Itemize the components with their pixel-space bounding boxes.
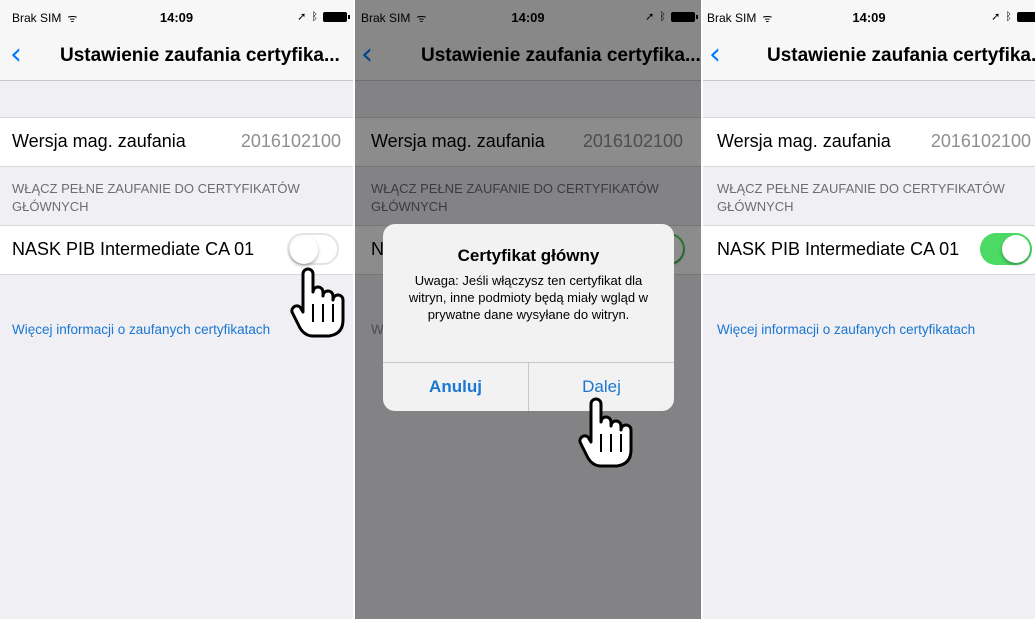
- screen-toggle-on: Brak SIM ᯤ 14:09 ➚ ᛒ ‹ Ustawienie zaufania…: [703, 0, 1035, 619]
- navigation-bar: ‹ Ustawienie zaufania certyfika...: [0, 34, 353, 81]
- navigation-bar: ‹ Ustawienie zaufania certyfika...: [703, 34, 1035, 81]
- location-arrow-icon: ➚: [991, 11, 1001, 23]
- trust-store-value: 2016102100: [240, 131, 341, 151]
- certificate-name: NASK PIB Intermediate CA 01: [717, 239, 960, 259]
- bluetooth-icon: ᛒ: [1005, 10, 1012, 23]
- certificate-trust-toggle[interactable]: [287, 233, 339, 265]
- more-info-link[interactable]: Więcej informacji o zaufanych certyfikat…: [12, 322, 270, 337]
- hand-pointer-cursor-icon: [578, 397, 633, 468]
- battery-icon: [323, 11, 350, 22]
- location-arrow-icon: ➚: [297, 11, 307, 23]
- toggle-knob: [290, 236, 318, 264]
- trust-store-label: Wersja mag. zaufania: [12, 131, 186, 151]
- page-title: Ustawienie zaufania certyfika...: [767, 45, 1035, 66]
- trust-store-label: Wersja mag. zaufania: [717, 131, 891, 151]
- screen-toggle-off: Brak SIM ᯤ 14:09 ➚ ᛒ ‹ Ustawienie zaufania…: [0, 0, 353, 619]
- status-time: 14:09: [852, 10, 886, 25]
- certificate-trust-toggle[interactable]: [980, 233, 1032, 265]
- screen-alert: Brak SIM ᯤ 14:09 ➚ ᛒ ‹ Ustawienie zaufania…: [355, 0, 701, 619]
- certificate-row: NASK PIB Intermediate CA 01: [703, 225, 1035, 275]
- trust-store-value: 2016102100: [930, 131, 1031, 151]
- battery-icon: [1017, 11, 1035, 22]
- status-icons: ➚ ᛒ: [297, 10, 350, 23]
- more-info-link[interactable]: Więcej informacji o zaufanych certyfikat…: [717, 322, 975, 337]
- alert-message: Uwaga: Jeśli włączysz ten certyfikat dla…: [408, 273, 649, 322]
- status-bar: Brak SIM ᯤ 14:09 ➚ ᛒ: [0, 0, 353, 34]
- section-header: WŁĄCZ PEŁNE ZAUFANIE DO CERTYFIKATÓW GŁÓ…: [12, 181, 300, 214]
- toggle-knob: [1002, 235, 1030, 263]
- back-chevron-icon[interactable]: ‹: [709, 38, 721, 72]
- status-icons: ➚ ᛒ: [991, 10, 1035, 23]
- bluetooth-icon: ᛒ: [311, 10, 318, 23]
- cancel-button[interactable]: Anuluj: [383, 363, 528, 411]
- page-title: Ustawienie zaufania certyfika...: [60, 45, 340, 66]
- back-chevron-icon[interactable]: ‹: [10, 38, 22, 72]
- section-header: WŁĄCZ PEŁNE ZAUFANIE DO CERTYFIKATÓW GŁÓ…: [717, 181, 1005, 214]
- certificate-name: NASK PIB Intermediate CA 01: [12, 239, 255, 259]
- trust-store-version-row: Wersja mag. zaufania 2016102100: [703, 117, 1035, 167]
- trust-store-version-row: Wersja mag. zaufania 2016102100: [0, 117, 353, 167]
- root-certificate-alert: Certyfikat główny Uwaga: Jeśli włączysz …: [383, 224, 674, 411]
- alert-title: Certyfikat główny: [457, 246, 600, 265]
- hand-pointer-cursor-icon: [290, 267, 345, 338]
- status-bar: Brak SIM ᯤ 14:09 ➚ ᛒ: [703, 0, 1035, 34]
